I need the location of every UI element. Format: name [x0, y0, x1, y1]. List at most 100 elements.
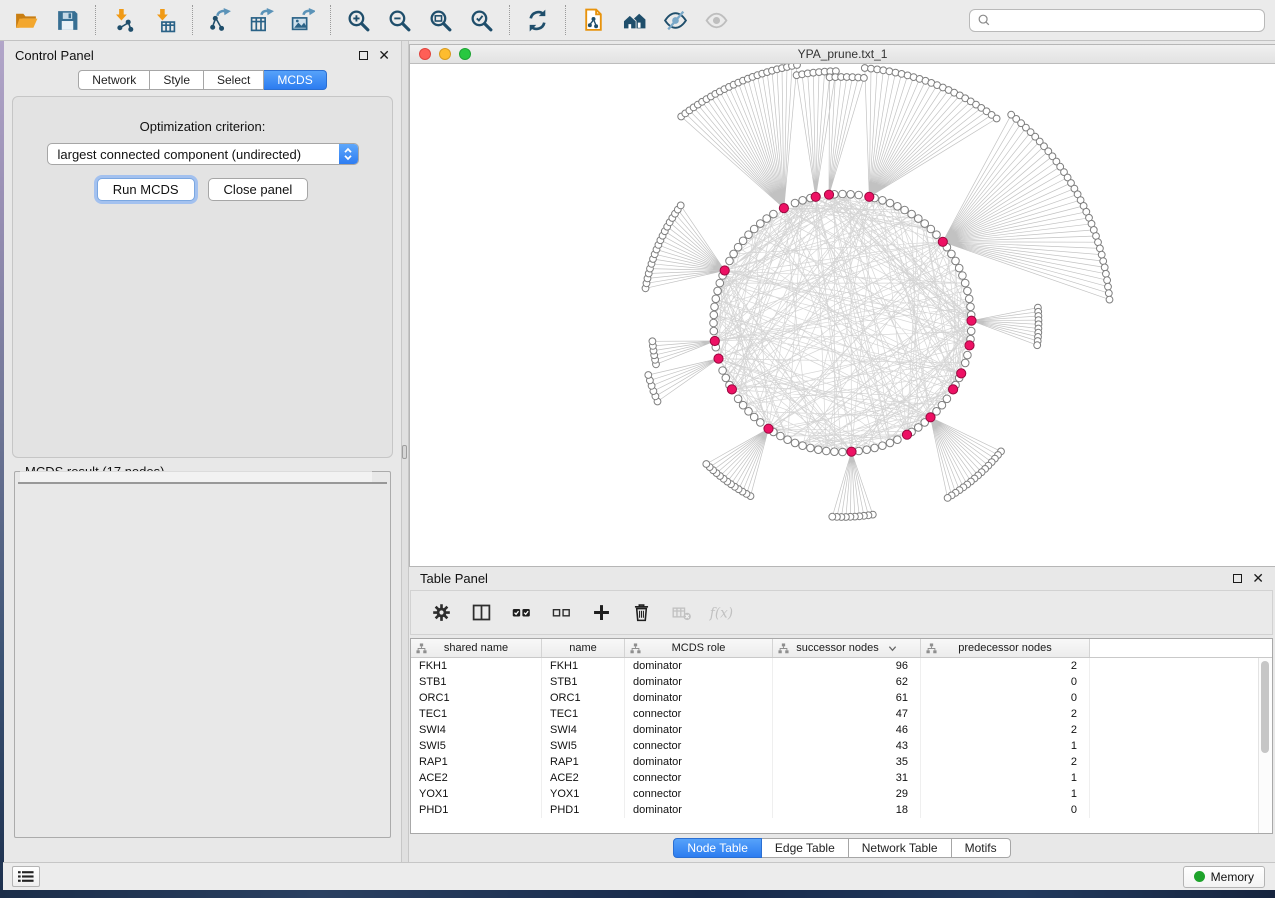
network-node[interactable] [677, 202, 684, 209]
zoom-out-button[interactable] [384, 5, 415, 36]
control-panel-close-icon[interactable]: ✕ [378, 48, 390, 62]
network-node[interactable] [879, 442, 887, 450]
network-node[interactable] [739, 401, 747, 409]
panel-splitter[interactable] [401, 41, 409, 862]
network-node[interactable] [965, 295, 973, 303]
network-node[interactable] [964, 287, 972, 295]
network-node[interactable] [807, 444, 815, 452]
list-horizontal-scrollbar[interactable] [20, 471, 372, 482]
network-node[interactable] [739, 237, 747, 245]
column-settings-button[interactable] [429, 601, 453, 625]
network-node[interactable] [961, 359, 969, 367]
mcds-node[interactable] [727, 385, 736, 394]
mcds-node[interactable] [847, 447, 856, 456]
network-node[interactable] [961, 279, 969, 287]
apply-layout-button[interactable] [522, 5, 553, 36]
network-node[interactable] [1097, 245, 1104, 252]
mcds-node[interactable] [902, 430, 911, 439]
network-node[interactable] [967, 327, 975, 335]
table-row[interactable]: STB1STB1dominator620 [411, 674, 1258, 690]
network-node[interactable] [933, 231, 941, 239]
network-node[interactable] [726, 257, 734, 265]
network-node[interactable] [964, 351, 972, 359]
mcds-result-list[interactable]: PHD1CAR1STP4TID3YOX1SWI4SRD1PMA2FKH1ACE2… [20, 484, 372, 485]
network-node[interactable] [943, 395, 951, 403]
add-column-button[interactable] [589, 601, 613, 625]
network-node[interactable] [868, 65, 875, 72]
network-node[interactable] [847, 191, 855, 199]
import-network-button[interactable] [108, 5, 139, 36]
mcds-node[interactable] [949, 385, 958, 394]
select-all-button[interactable] [509, 601, 533, 625]
network-node[interactable] [894, 436, 902, 444]
network-node[interactable] [967, 303, 975, 311]
tab-edge-table[interactable]: Edge Table [762, 838, 849, 858]
new-network-from-selection-button[interactable] [578, 5, 609, 36]
network-node[interactable] [734, 243, 742, 251]
network-node[interactable] [908, 210, 916, 218]
column-header-name[interactable]: name [542, 639, 625, 657]
network-node[interactable] [714, 287, 722, 295]
table-panel-close-icon[interactable]: ✕ [1252, 571, 1264, 585]
window-close-button[interactable] [419, 48, 431, 60]
table-row[interactable]: FKH1FKH1dominator962 [411, 658, 1258, 674]
mcds-node[interactable] [714, 354, 723, 363]
network-node[interactable] [734, 395, 742, 403]
mcds-node[interactable] [938, 237, 947, 246]
network-node[interactable] [649, 338, 656, 345]
network-node[interactable] [955, 264, 963, 272]
table-vertical-scrollbar[interactable] [1258, 658, 1272, 833]
close-mcds-panel-button[interactable]: Close panel [208, 178, 309, 201]
hide-selected-button[interactable] [660, 5, 691, 36]
network-node[interactable] [1100, 258, 1107, 265]
zoom-fit-button[interactable] [425, 5, 456, 36]
network-node[interactable] [871, 444, 879, 452]
window-maximize-button[interactable] [459, 48, 471, 60]
network-node[interactable] [750, 225, 758, 233]
network-node[interactable] [763, 215, 771, 223]
column-header-predecessor-nodes[interactable]: predecessor nodes [921, 639, 1090, 657]
network-node[interactable] [948, 250, 956, 258]
network-node[interactable] [959, 272, 967, 280]
network-node[interactable] [645, 372, 652, 379]
network-node[interactable] [894, 203, 902, 211]
network-node[interactable] [770, 210, 778, 218]
table-panel-float-icon[interactable] [1233, 574, 1242, 583]
network-node[interactable] [719, 367, 727, 375]
mcds-node[interactable] [779, 204, 788, 213]
table-row[interactable]: YOX1YOX1connector291 [411, 786, 1258, 802]
network-node[interactable] [784, 436, 792, 444]
export-image-button[interactable] [287, 5, 318, 36]
window-minimize-button[interactable] [439, 48, 451, 60]
column-header-shared-name[interactable]: shared name [411, 639, 542, 657]
mcds-node[interactable] [957, 369, 966, 378]
network-node[interactable] [839, 190, 847, 198]
network-node[interactable] [791, 199, 799, 207]
network-node[interactable] [915, 215, 923, 223]
network-node[interactable] [777, 432, 785, 440]
first-neighbors-button[interactable] [619, 5, 650, 36]
network-node[interactable] [886, 199, 894, 207]
control-panel-float-icon[interactable] [359, 51, 368, 60]
tab-motifs[interactable]: Motifs [952, 838, 1011, 858]
network-node[interactable] [703, 461, 710, 468]
tab-select[interactable]: Select [204, 70, 264, 90]
network-node[interactable] [861, 75, 868, 82]
network-node[interactable] [831, 448, 839, 456]
network-node[interactable] [944, 495, 951, 502]
network-node[interactable] [886, 439, 894, 447]
network-node[interactable] [815, 446, 823, 454]
network-node[interactable] [1103, 270, 1110, 277]
mcds-node[interactable] [926, 413, 935, 422]
network-node[interactable] [901, 206, 909, 214]
memory-button[interactable]: Memory [1183, 866, 1265, 888]
network-node[interactable] [710, 319, 718, 327]
network-node[interactable] [863, 446, 871, 454]
column-header-successor-nodes[interactable]: successor nodes [773, 639, 921, 657]
mcds-node[interactable] [811, 192, 820, 201]
network-node[interactable] [710, 311, 718, 319]
table-row[interactable]: SWI4SWI4dominator462 [411, 722, 1258, 738]
clear-selection-button[interactable] [549, 601, 573, 625]
network-node[interactable] [711, 303, 719, 311]
network-node[interactable] [745, 408, 753, 416]
